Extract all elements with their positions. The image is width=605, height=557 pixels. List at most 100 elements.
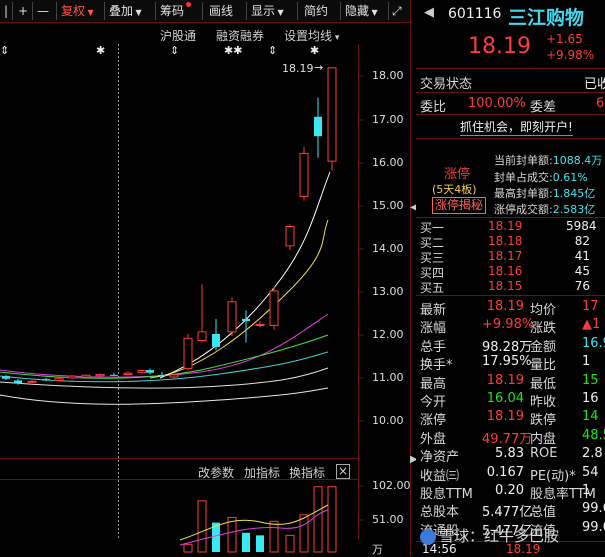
y-tick: 17.00 (372, 113, 404, 126)
limit-stat-label: 最高封单额: (494, 187, 553, 200)
event-marker-icon[interactable]: ✱✱ (224, 44, 242, 57)
y-tick: 11.00 (372, 371, 404, 384)
event-marker-icon[interactable]: ⇕ (268, 44, 277, 57)
bid-price[interactable]: 18.15 (488, 279, 522, 293)
event-marker-icon[interactable]: ✱ (310, 44, 319, 57)
ma60-line (0, 387, 329, 405)
candle[interactable] (314, 116, 322, 137)
close-indicator-icon[interactable]: × (336, 464, 350, 479)
stat-label: 涨幅 (420, 321, 447, 337)
volume-bar[interactable] (299, 514, 309, 553)
candle[interactable] (54, 377, 64, 381)
stat-label: 最新 (420, 303, 447, 318)
stock-name: 三江购物 (508, 7, 585, 29)
watermark-text: 雪球：红牛多巴胺 (439, 527, 560, 545)
bid-price[interactable]: 18.17 (488, 249, 522, 263)
bid-price[interactable]: 18.18 (488, 234, 522, 248)
ma30-line (0, 367, 329, 389)
bid-volume: 76 (574, 279, 590, 293)
volume-bar[interactable] (183, 543, 193, 553)
limit-stat-value: 0.61% (552, 171, 588, 184)
candle[interactable] (269, 290, 279, 326)
stat-value: ▲1 (582, 317, 601, 333)
stat-value: 14 (582, 409, 599, 425)
menu-set-ma[interactable]: 设置均线 ▾ (284, 27, 339, 44)
candle[interactable] (67, 375, 77, 379)
candle[interactable] (2, 376, 10, 379)
volume-bar[interactable] (327, 486, 337, 553)
back-icon[interactable]: ◀ (424, 5, 434, 20)
bid-price[interactable]: 18.19 (488, 219, 522, 233)
candle[interactable] (327, 67, 337, 162)
candle[interactable] (212, 334, 220, 347)
stat-value: 17 (582, 299, 599, 314)
menu-hk-connect[interactable]: 沪股通 (160, 27, 196, 44)
candle[interactable] (197, 331, 207, 341)
stat-value: 16.04 (486, 391, 524, 406)
weicha-value: 6 (596, 96, 605, 111)
price-change: +1.65 (546, 32, 583, 46)
y-tick: 12.00 (372, 328, 404, 341)
candle[interactable] (146, 370, 154, 373)
stat-label: 金额 (530, 339, 557, 355)
event-marker-icon[interactable]: ⇕ (0, 44, 9, 57)
y-tick: 18.00 (372, 69, 404, 82)
candle[interactable] (285, 226, 295, 247)
candle[interactable] (158, 374, 166, 377)
candle[interactable] (183, 337, 193, 369)
stat-value: 17.95% (482, 354, 532, 370)
add-indicator-button[interactable]: 加指标 (244, 464, 280, 481)
candle[interactable] (123, 372, 133, 375)
candle[interactable] (27, 380, 37, 383)
candle[interactable] (255, 324, 265, 327)
stat-label: 量比 (530, 358, 557, 374)
open-account-banner[interactable]: 抓住机会，即刻开户! (460, 118, 573, 136)
volume-bar[interactable] (227, 516, 237, 553)
candle[interactable] (169, 374, 179, 378)
snowball-logo-icon (420, 528, 436, 545)
weibi-label: 委比 (420, 100, 447, 115)
trade-status: 已收 (584, 77, 605, 92)
event-marker-icon[interactable]: ⇕ (170, 44, 179, 57)
change-indicator-button[interactable]: 换指标 (289, 464, 325, 481)
stat-value: +9.98% (482, 317, 535, 333)
edit-params-button[interactable]: 改参数 (198, 464, 234, 481)
candle[interactable] (42, 379, 50, 381)
stat-value: 1 (582, 483, 591, 498)
candle[interactable] (299, 152, 309, 197)
stat-value: 49.77万 (482, 431, 533, 447)
volume-bar[interactable] (269, 520, 279, 553)
volume-bar[interactable] (313, 486, 323, 553)
limit-secret-button[interactable]: 涨停揭秘 (432, 197, 487, 214)
bid-volume: 5984 (566, 219, 597, 233)
last-price-tag: 18.19 (282, 62, 314, 75)
candle[interactable] (242, 318, 250, 322)
limit-stat: 涨停成交额:2.583亿 (494, 201, 595, 217)
candle[interactable] (110, 374, 118, 376)
candle[interactable] (95, 373, 105, 377)
candle[interactable] (81, 374, 91, 378)
stat-label: 外盘 (420, 431, 447, 447)
stat-value: 15 (582, 372, 599, 388)
stat-label: 内盘 (530, 431, 557, 447)
stat-value: 98.28万 (482, 339, 533, 355)
event-marker-icon[interactable]: ✱ (96, 44, 105, 57)
bid-price[interactable]: 18.16 (488, 264, 522, 278)
ma20-line (0, 313, 329, 378)
candle[interactable] (137, 370, 147, 374)
volume-bar[interactable] (242, 532, 250, 552)
volume-bar[interactable] (197, 500, 207, 553)
volume-bar[interactable] (256, 535, 264, 552)
candle[interactable] (227, 301, 237, 333)
limit-stat: 封单占成交:0.61% (494, 169, 588, 185)
y-tick: 14.00 (372, 242, 404, 255)
y-tick: 16.00 (372, 156, 404, 169)
menu-margin[interactable]: 融资融券 (216, 27, 264, 44)
trade-status-label: 交易状态 (420, 77, 473, 92)
candle[interactable] (14, 380, 22, 384)
volume-bar[interactable] (285, 534, 295, 553)
stat-value: 48.5 (582, 427, 605, 443)
price-change-pct: +9.98% (546, 48, 595, 62)
chevron-down-icon: ▾ (332, 33, 340, 43)
bid-volume: 45 (574, 264, 590, 278)
